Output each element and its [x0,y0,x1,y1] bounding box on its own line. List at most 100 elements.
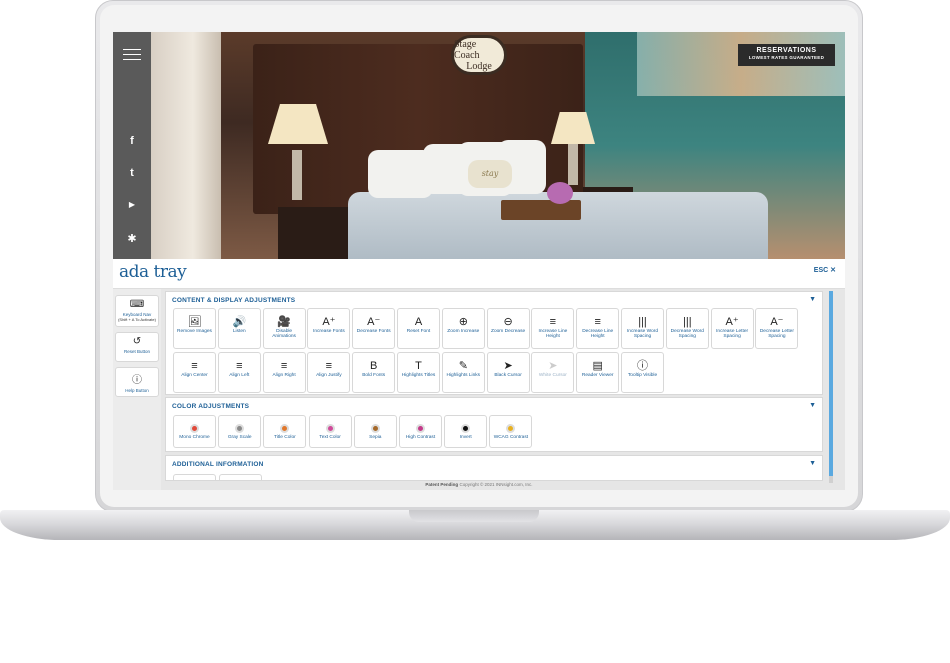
decrease-word-spacing-label: Decrease Word Spacing [670,329,704,340]
side-button-column: ⌨ Keyboard Nav (Shift + A To Activate) ↺… [113,289,161,490]
increase-letter-spacing-label: Increase Letter Spacing [716,329,749,340]
mono-chrome-button[interactable]: Mono Chrome [173,415,216,448]
bold-fonts-button[interactable]: B Bold Fonts [352,352,396,393]
align-right-button[interactable]: ≡ Align Right [262,352,306,393]
logo-line1: Stage Coach [454,38,480,61]
site-logo[interactable]: Stage Coach Lodge [451,35,507,75]
hamburger-menu-icon[interactable] [123,49,141,61]
high-contrast-button[interactable]: High Contrast [399,415,442,448]
title-color-icon [264,421,305,435]
align-justify-label: Align Justify [316,373,342,378]
collapse-arrow-icon[interactable]: ▼ [809,460,816,467]
invert-button[interactable]: Invert [444,415,488,448]
align-justify-button[interactable]: ≡ Align Justify [307,352,351,393]
increase-letter-spacing-icon: A⁺ [725,316,739,328]
zoom-decrease-icon: ⊖ [503,316,513,328]
help-button[interactable]: ⓘ Help Button [115,367,159,397]
highlights-titles-button[interactable]: T Highlights Titles [397,352,440,393]
tooltip-visible-icon: ⓘ [637,360,648,372]
decrease-letter-spacing-icon: A⁻ [770,316,784,328]
ada-tray-header: ada tray ESC ✕ [113,259,845,289]
black-cursor-label: Black Cursor [494,373,522,378]
reset-font-icon: A [414,316,423,328]
increase-word-spacing-button[interactable]: ||| Increase Word Spacing [621,308,664,349]
disable-animations-icon: 🎥 [277,316,291,328]
reader-viewer-button[interactable]: ▤ Reader Viewer [576,352,620,393]
gray-scale-button[interactable]: Gray Scale [218,415,262,448]
zoom-increase-button[interactable]: ⊕ Zoom Increase [441,308,485,349]
keyboard-nav-button[interactable]: ⌨ Keyboard Nav (Shift + A To Activate) [115,295,159,327]
highlights-links-label: Highlights Links [446,373,481,378]
reader-viewer-label: Reader Viewer [581,373,614,378]
increase-line-height-icon: ≡ [549,316,557,328]
remove-images-button[interactable]: 🖼 Remove Images [173,308,216,349]
reset-button[interactable]: ↺ Reset Button [115,332,159,362]
yelp-icon[interactable]: ✱ [113,232,151,245]
logo-line2: Lodge [466,60,492,72]
patent-pending: Patent Pending [425,482,459,487]
high-contrast-icon [400,421,441,435]
sepia-icon [355,421,396,435]
decrease-line-height-button[interactable]: ≡ Decrease Line Height [576,308,620,349]
reset-font-label: Reset Font [406,329,431,334]
decrease-word-spacing-button[interactable]: ||| Decrease Word Spacing [665,308,709,349]
reservations-title: RESERVATIONS [756,47,817,54]
highlights-links-button[interactable]: ✎ Highlights Links [441,352,485,393]
title-color-button[interactable]: Title Color [263,415,307,448]
increase-word-spacing-icon: ||| [638,316,647,328]
align-left-button[interactable]: ≡ Align Left [217,352,261,393]
reset-icon: ↺ [132,336,142,347]
lamp-right-base [568,140,578,185]
wcag-contrast-button[interactable]: WCAG Contrast [489,415,533,448]
listen-button[interactable]: 🔊 Listen [217,308,261,349]
increase-letter-spacing-button[interactable]: A⁺ Increase Letter Spacing [710,308,754,349]
site-sidebar: f t ▶ ✱ [113,32,151,259]
keyboard-nav-sub: (Shift + A To Activate) [118,317,156,322]
text-color-button[interactable]: Text Color [308,415,352,448]
highlights-titles-label: Highlights Titles [401,373,436,378]
gray-scale-icon [219,421,260,435]
decrease-line-height-icon: ≡ [594,316,601,328]
breakfast-tray [501,200,581,220]
twitter-icon[interactable]: t [113,167,151,179]
esc-close-button[interactable]: ESC ✕ [814,266,836,274]
reset-font-button[interactable]: A Reset Font [397,308,440,349]
collapse-arrow-icon[interactable]: ▼ [809,402,816,409]
reservations-button[interactable]: RESERVATIONS LOWEST RATES GUARANTEED [738,44,835,66]
highlights-titles-icon: T [415,360,422,372]
increase-line-height-button[interactable]: ≡ Increase Line Height [531,308,575,349]
black-cursor-button[interactable]: ➤ Black Cursor [486,352,530,393]
zoom-decrease-button[interactable]: ⊖ Zoom Decrease [486,308,530,349]
disable-animations-button[interactable]: 🎥 Disable Animations [262,308,306,349]
highlights-links-icon: ✎ [458,360,468,372]
bold-fonts-label: Bold Fonts [362,373,386,378]
align-center-button[interactable]: ≡ Align Center [173,352,216,393]
screen: stay f t ▶ ✱ Stage Coach Lodge RESERVATI… [113,32,845,490]
decrease-fonts-button[interactable]: A⁻ Decrease Fonts [352,308,396,349]
invert-label: Invert [459,435,472,440]
bold-fonts-icon: B [370,360,378,372]
additional-tile[interactable] [173,474,216,480]
accent-pillow: stay [468,160,512,188]
sepia-button[interactable]: Sepia [353,415,397,448]
increase-fonts-button[interactable]: A⁺ Increase Fonts [307,308,351,349]
wcag-contrast-label: WCAG Contrast [493,435,529,440]
align-left-icon: ≡ [236,360,243,372]
decrease-letter-spacing-button[interactable]: A⁻ Decrease Letter Spacing [755,308,799,349]
ada-tray-panel: ⌨ Keyboard Nav (Shift + A To Activate) ↺… [113,289,845,490]
facebook-icon[interactable]: f [113,135,151,147]
additional-tile[interactable] [219,474,262,480]
youtube-icon[interactable]: ▶ [113,200,151,209]
align-left-label: Align Left [229,373,250,378]
additional-info-title: ADDITIONAL INFORMATION [172,461,264,468]
decrease-word-spacing-icon: ||| [683,316,692,328]
white-cursor-button[interactable]: ➤ White Cursor [531,352,575,393]
collapse-arrow-icon[interactable]: ▼ [809,296,816,303]
increase-fonts-icon: A⁺ [322,316,336,328]
scrollbar-thumb[interactable] [829,291,833,476]
sepia-label: Sepia [369,435,382,440]
tooltip-visible-button[interactable]: ⓘ Tooltip Visible [621,352,664,393]
invert-icon [445,421,486,435]
lamp-left-base [292,150,302,200]
color-adjustments-title: COLOR ADJUSTMENTS [172,403,250,410]
